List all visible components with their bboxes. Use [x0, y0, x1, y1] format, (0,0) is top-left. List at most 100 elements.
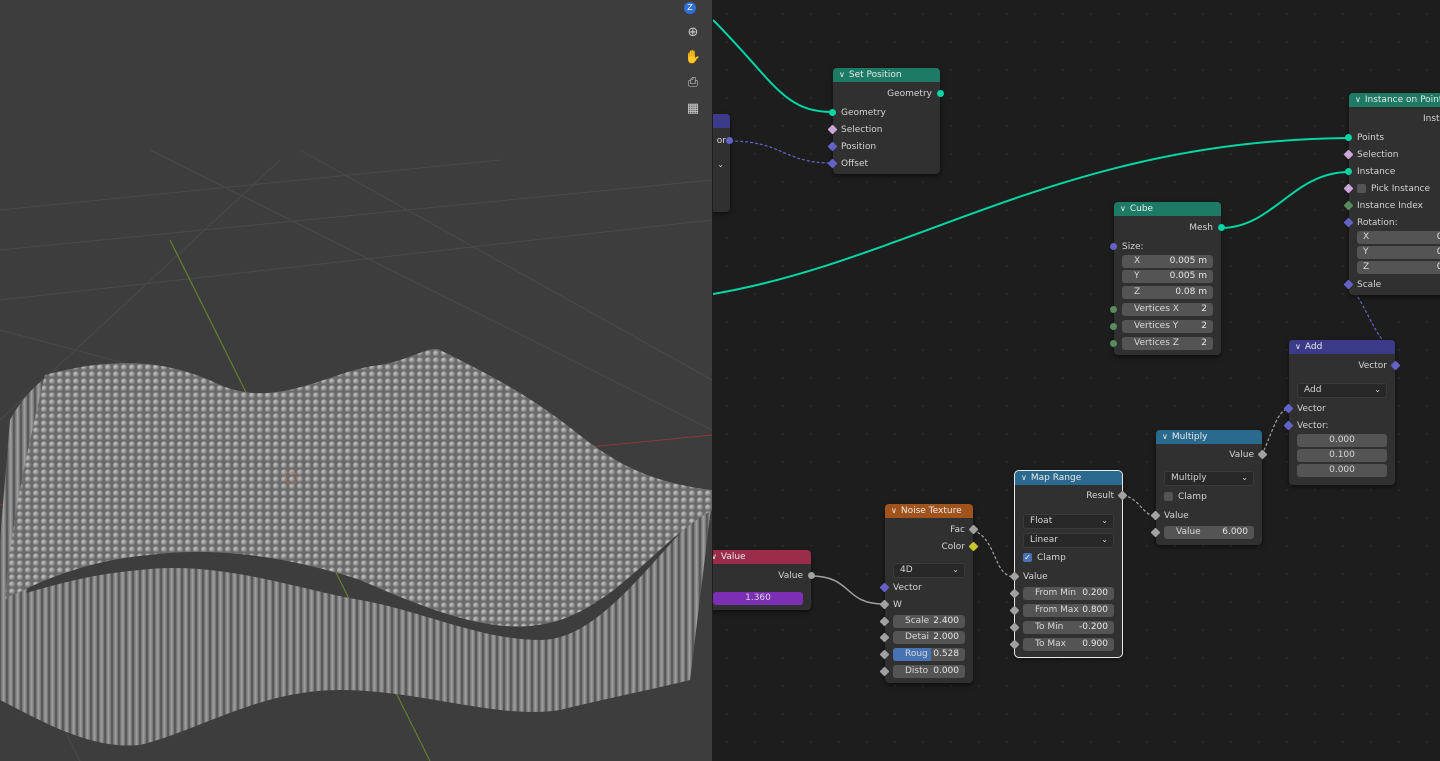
- node-cube[interactable]: ∨ Cube Mesh Size: X 0.005 m Y 0.005 m Z 0.08…: [1110, 202, 1225, 355]
- field-value: 0.200: [1082, 588, 1108, 598]
- node-partial-left[interactable]: or ⌄: [713, 114, 733, 212]
- node-title: Instance on Points: [1364, 95, 1440, 105]
- value-output-socket[interactable]: [808, 572, 815, 579]
- from-min-field[interactable]: From Min 0.200: [1023, 587, 1114, 600]
- points-input-socket[interactable]: [1345, 134, 1352, 141]
- value-field[interactable]: Value 6.000: [1164, 526, 1254, 539]
- vertices-z-socket[interactable]: [1110, 340, 1117, 347]
- vector-output-label: Vector: [1358, 361, 1387, 371]
- size-y-field[interactable]: Y 0.005 m: [1122, 270, 1213, 283]
- zoom-icon[interactable]: ⊕: [682, 21, 704, 43]
- node-instance-on-points[interactable]: ∨Instance on Points Instanc Points Selec…: [1343, 93, 1440, 295]
- collapse-chevron-icon[interactable]: ∨: [839, 68, 845, 82]
- collapse-chevron-icon[interactable]: ∨: [891, 504, 897, 518]
- pan-hand-icon[interactable]: ✋: [682, 46, 704, 68]
- roughness-slider[interactable]: Roug 0.528: [893, 648, 965, 661]
- geometry-output-socket[interactable]: [937, 90, 944, 97]
- node-value[interactable]: ∨ Value Value 1.360: [713, 550, 815, 610]
- vector-z-field[interactable]: 0.000: [1297, 464, 1387, 477]
- instance-input-socket[interactable]: [1345, 168, 1352, 175]
- to-max-field[interactable]: To Max 0.900: [1023, 638, 1114, 651]
- size-z-field[interactable]: Z 0.08 m: [1122, 286, 1213, 299]
- node-vector-add[interactable]: ∨ Add Vector Add ⌄ Vector Vector: 0.000 0.…: [1283, 340, 1401, 485]
- collapse-chevron-icon[interactable]: ∨: [1295, 340, 1301, 354]
- node-noise-texture-header[interactable]: ∨ Noise Texture: [885, 504, 973, 518]
- field-value: -0.200: [1078, 622, 1108, 632]
- geometry-input-socket[interactable]: [829, 109, 836, 116]
- node-cube-header[interactable]: ∨ Cube: [1114, 202, 1221, 216]
- from-max-field[interactable]: From Max 0.800: [1023, 604, 1114, 617]
- mesh-output-socket[interactable]: [1218, 224, 1225, 231]
- node-noise-texture[interactable]: ∨ Noise Texture Fac Color 4D ⌄ Vector W Sc…: [879, 504, 979, 683]
- node-map-range-header[interactable]: ∨ Map Range: [1015, 471, 1122, 485]
- collapse-chevron-icon[interactable]: ∨: [1120, 202, 1126, 216]
- value-field[interactable]: 1.360: [713, 592, 803, 605]
- data-type-dropdown[interactable]: Float ⌄: [1023, 514, 1114, 529]
- instances-output-label: Instanc: [1423, 114, 1440, 124]
- field-value: 0.800: [1082, 605, 1108, 615]
- node-math-multiply[interactable]: ∨ Multiply Value Multiply ⌄ Clamp Value Va…: [1150, 430, 1268, 545]
- field-label: Disto: [905, 666, 929, 676]
- 3d-viewport[interactable]: Z ⊕ ✋ ⎙ ▦: [0, 0, 712, 761]
- rotation-z-field[interactable]: Z0°: [1357, 261, 1440, 274]
- perspective-grid-icon[interactable]: ▦: [682, 97, 704, 119]
- interpolation-dropdown[interactable]: Linear ⌄: [1023, 533, 1114, 548]
- distortion-field[interactable]: Disto 0.000: [893, 665, 965, 678]
- operation-dropdown[interactable]: Multiply ⌄: [1164, 471, 1254, 486]
- vertices-x-field[interactable]: Vertices X 2: [1122, 303, 1213, 316]
- node-set-position-header[interactable]: ∨ Set Position: [833, 68, 940, 82]
- value-output-label: Value: [778, 571, 803, 581]
- field-label: From Min: [1035, 588, 1077, 598]
- rotation-label: Rotation:: [1357, 218, 1398, 228]
- vector-input-label: Vector: [1297, 404, 1326, 414]
- node-editor[interactable]: or ⌄ ∨ Set Position Geometry Geometry Sel…: [713, 0, 1440, 761]
- socket-row: Position: [827, 139, 940, 155]
- clamp-checkbox[interactable]: [1164, 492, 1173, 501]
- node-set-position[interactable]: ∨ Set Position Geometry Geometry Selectio…: [827, 68, 944, 174]
- pick-instance-checkbox[interactable]: [1357, 184, 1366, 193]
- rotation-y-field[interactable]: Y0°: [1357, 246, 1440, 259]
- size-x-field[interactable]: X 0.005 m: [1122, 255, 1213, 268]
- dropdown-value: Multiply: [1171, 473, 1207, 483]
- size-input-socket[interactable]: [1110, 243, 1117, 250]
- field-value: 0.100: [1329, 450, 1355, 460]
- node-multiply-header[interactable]: ∨ Multiply: [1156, 430, 1262, 444]
- scale-field[interactable]: Scale 2.400: [893, 615, 965, 628]
- field-value: 0.900: [1082, 639, 1108, 649]
- collapse-chevron-icon[interactable]: ∨: [1162, 430, 1168, 444]
- operation-dropdown[interactable]: Add ⌄: [1297, 383, 1387, 398]
- rotation-x-field[interactable]: X0°: [1357, 231, 1440, 244]
- vertices-z-field[interactable]: Vertices Z 2: [1122, 337, 1213, 350]
- node-add-header[interactable]: ∨ Add: [1289, 340, 1395, 354]
- partial-vector-output-socket[interactable]: [726, 137, 733, 144]
- node-instance-on-points-header[interactable]: ∨ Instance on Points: [1349, 93, 1440, 107]
- node-value-header[interactable]: ∨ Value: [713, 550, 811, 564]
- to-min-field[interactable]: To Min -0.200: [1023, 621, 1114, 634]
- field-value: 0.000: [933, 666, 959, 676]
- dimensions-dropdown[interactable]: 4D ⌄: [893, 563, 965, 578]
- vertices-y-field[interactable]: Vertices Y 2: [1122, 320, 1213, 333]
- chevron-down-icon: ⌄: [1241, 473, 1248, 482]
- vertices-y-socket[interactable]: [1110, 323, 1117, 330]
- vertices-x-socket[interactable]: [1110, 306, 1117, 313]
- partial-dropdown-arrow[interactable]: ⌄: [717, 157, 724, 173]
- chevron-down-icon: ⌄: [1374, 385, 1381, 394]
- socket-row: Geometry: [829, 105, 940, 121]
- collapse-chevron-icon[interactable]: ∨: [1021, 471, 1027, 485]
- detail-field[interactable]: Detai 2.000: [893, 631, 965, 644]
- instance-index-label: Instance Index: [1357, 201, 1423, 211]
- clamp-checkbox[interactable]: ✓: [1023, 553, 1032, 562]
- value-input-label: Value: [1023, 572, 1048, 582]
- link-value-w: [810, 575, 885, 605]
- camera-icon[interactable]: ⎙: [682, 71, 704, 93]
- vector-y-field[interactable]: 0.100: [1297, 449, 1387, 462]
- collapse-chevron-icon[interactable]: ∨: [1355, 93, 1361, 107]
- vector-x-field[interactable]: 0.000: [1297, 434, 1387, 447]
- clamp-label: Clamp: [1037, 553, 1066, 563]
- node-map-range[interactable]: ∨ Map Range Result Float ⌄ Linear ⌄ ✓ Clamp …: [1009, 470, 1128, 658]
- dropdown-value: 4D: [900, 565, 913, 575]
- w-input-label: W: [893, 600, 902, 610]
- collapse-chevron-icon[interactable]: ∨: [713, 550, 717, 564]
- scale-input-label: Scale: [1357, 280, 1382, 290]
- field-label: X: [1363, 232, 1370, 242]
